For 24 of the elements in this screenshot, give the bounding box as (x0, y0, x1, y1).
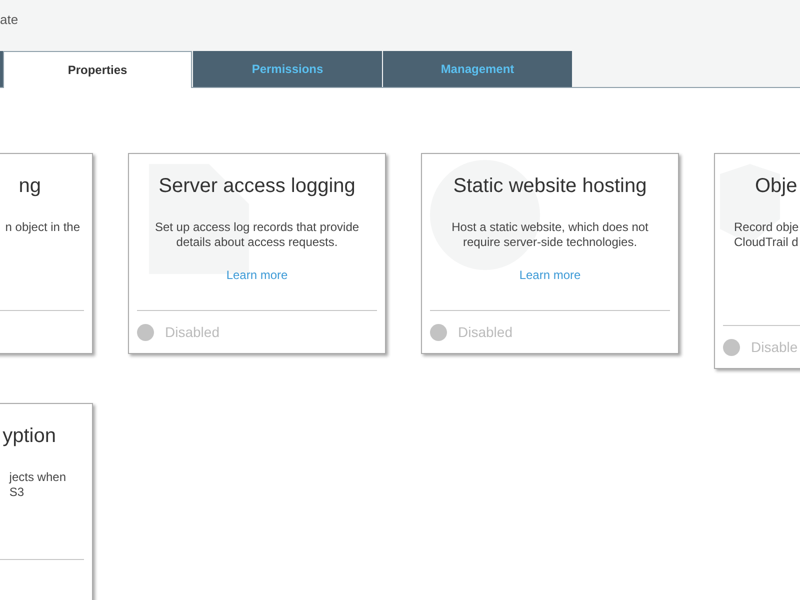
learn-more-link[interactable]: Learn more (226, 268, 288, 282)
description-line: details about access requests. (176, 235, 338, 250)
description-line: Host a static website, which does not (452, 220, 648, 235)
description-line: S3 (9, 485, 24, 500)
page-title: ate (0, 11, 18, 29)
tab[interactable]: Permissions (193, 51, 382, 87)
description-line: CloudTrail d (734, 235, 798, 250)
card-title: ng (18, 174, 42, 198)
card-title: Static website hosting (452, 174, 648, 198)
status-label: Disabled (458, 322, 512, 342)
status-label: Disable (751, 338, 798, 356)
card-title: Server access logging (158, 174, 356, 198)
status-label: Disabled (165, 322, 220, 342)
learn-more-link[interactable]: Learn more (519, 268, 581, 282)
description-line: n object in the (5, 220, 80, 235)
description-line: Record obje (734, 220, 799, 235)
card-title: yption (2, 424, 57, 448)
card-title: Obje (754, 174, 798, 198)
description-line: require server-side technologies. (462, 235, 638, 250)
description-line: Set up access log records that provide (154, 220, 360, 235)
tab[interactable]: Properties (3, 51, 192, 88)
tab[interactable] (0, 51, 3, 87)
tab[interactable]: Management (383, 51, 572, 87)
description-line: jects when (9, 470, 66, 485)
